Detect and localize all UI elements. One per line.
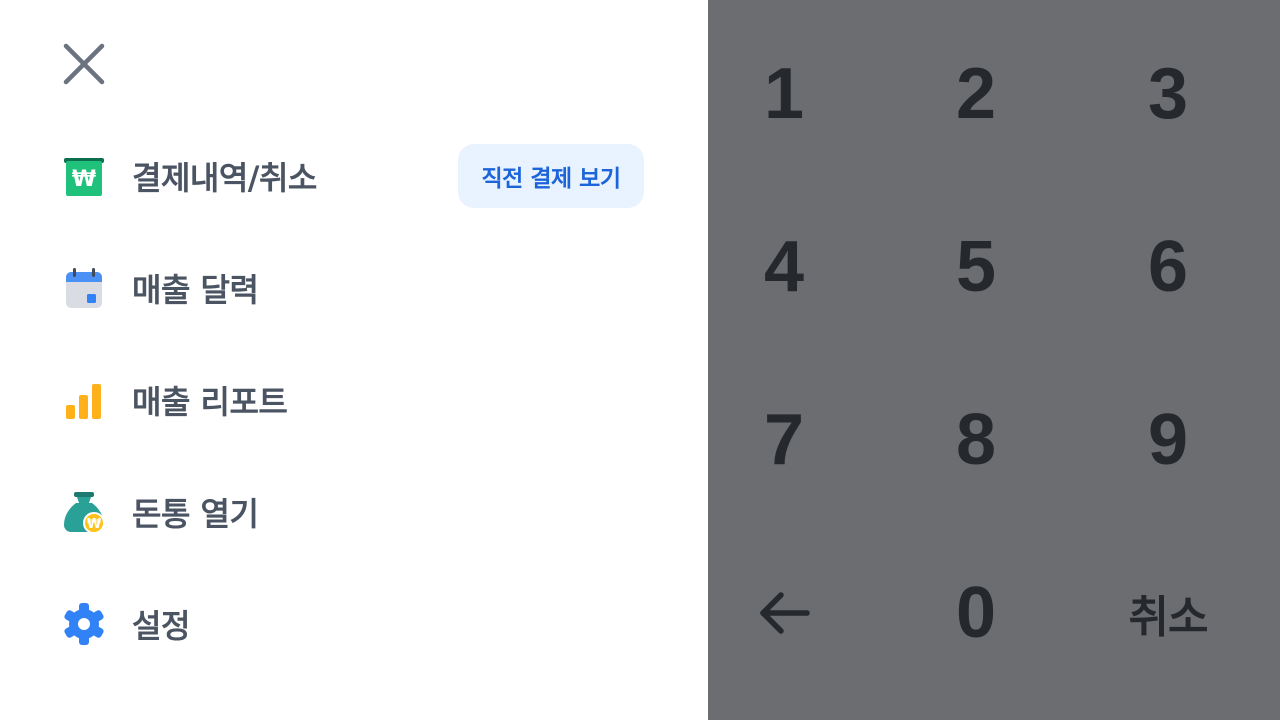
- back-arrow-icon: [760, 592, 810, 634]
- menu-item-label: 매출 달력: [132, 271, 259, 309]
- key-4[interactable]: 4: [689, 181, 879, 353]
- key-1[interactable]: 1: [689, 8, 879, 180]
- key-7[interactable]: 7: [689, 354, 879, 526]
- bar-chart-icon: [62, 378, 106, 422]
- menu-item-sales-calendar[interactable]: 매출 달력: [62, 264, 259, 312]
- key-8[interactable]: 8: [881, 354, 1071, 526]
- svg-text:₩: ₩: [72, 167, 96, 192]
- close-button[interactable]: [60, 40, 108, 88]
- menu-item-label: 결제내역/취소: [132, 159, 317, 197]
- menu-item-label: 설정: [132, 607, 190, 645]
- menu-item-payment-history[interactable]: ₩ 결제내역/취소: [62, 152, 317, 200]
- backspace-key[interactable]: [689, 527, 879, 699]
- menu-item-sales-report[interactable]: 매출 리포트: [62, 376, 288, 424]
- money-bag-icon: ₩: [62, 490, 106, 534]
- close-icon: [63, 43, 105, 85]
- gear-icon: [62, 602, 106, 646]
- recent-payment-button[interactable]: 직전 결제 보기: [458, 144, 644, 208]
- numeric-keypad: 1 2 3 4 5 6 7 8 9 0 취소: [708, 0, 1280, 720]
- key-6[interactable]: 6: [1073, 181, 1263, 353]
- key-2[interactable]: 2: [881, 8, 1071, 180]
- pos-screen: ₩ 결제내역/취소 직전 결제 보기 매출 달력 매출 리포트 ₩ 돈통 열기 …: [0, 0, 1280, 720]
- key-3[interactable]: 3: [1073, 8, 1263, 180]
- menu-item-open-cash-drawer[interactable]: ₩ 돈통 열기: [62, 488, 259, 536]
- won-receipt-icon: ₩: [62, 154, 106, 198]
- menu-item-label: 돈통 열기: [132, 495, 259, 533]
- key-9[interactable]: 9: [1073, 354, 1263, 526]
- cancel-key[interactable]: 취소: [1073, 527, 1263, 699]
- menu-item-label: 매출 리포트: [132, 383, 288, 421]
- calendar-icon: [62, 266, 106, 310]
- key-0[interactable]: 0: [881, 527, 1071, 699]
- key-5[interactable]: 5: [881, 181, 1071, 353]
- menu-drawer: ₩ 결제내역/취소 직전 결제 보기 매출 달력 매출 리포트 ₩ 돈통 열기 …: [0, 0, 708, 720]
- svg-text:₩: ₩: [87, 517, 102, 532]
- menu-item-settings[interactable]: 설정: [62, 600, 190, 648]
